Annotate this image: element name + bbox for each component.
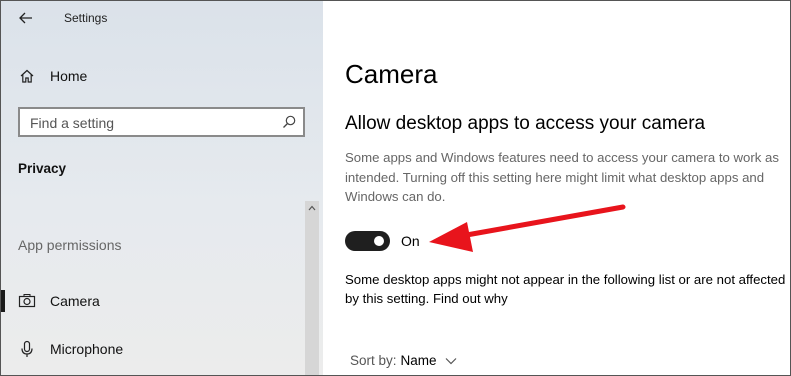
- chevron-down-icon: [445, 357, 456, 364]
- search-icon[interactable]: [281, 114, 297, 130]
- chevron-up-icon: [308, 205, 316, 211]
- page-title: Camera: [345, 59, 438, 89]
- sidebar-item-label: Camera: [50, 293, 100, 309]
- back-arrow-icon: [19, 12, 32, 24]
- camera-access-toggle[interactable]: [345, 231, 390, 251]
- app-title: Settings: [64, 11, 108, 25]
- nav-home-label: Home: [50, 68, 88, 84]
- sidebar-item-camera[interactable]: Camera: [1, 286, 305, 316]
- toggle-state-label: On: [401, 233, 420, 249]
- group-title: App permissions: [18, 237, 122, 253]
- main-content: Camera Allow desktop apps to access your…: [323, 1, 790, 375]
- settings-window: Settings Home Find a setting Privacy App…: [0, 0, 791, 376]
- toggle-knob: [374, 236, 384, 246]
- camera-icon: [18, 292, 36, 310]
- section-description: Some apps and Windows features need to a…: [345, 150, 779, 204]
- section-heading: Allow desktop apps to access your camera: [345, 113, 706, 134]
- sidebar: Settings Home Find a setting Privacy App…: [1, 1, 323, 375]
- back-button[interactable]: [15, 7, 37, 29]
- section-title: Privacy: [18, 161, 67, 176]
- scroll-up-button[interactable]: [305, 201, 319, 215]
- sidebar-item-microphone[interactable]: Microphone: [1, 334, 305, 364]
- active-indicator: [1, 290, 5, 312]
- microphone-icon: [18, 340, 36, 358]
- sidebar-scrollbar[interactable]: [305, 201, 319, 375]
- home-icon: [18, 67, 36, 85]
- title-bar: Settings: [1, 1, 323, 35]
- sort-label: Sort by:: [350, 353, 397, 368]
- search-input[interactable]: Find a setting: [18, 107, 305, 137]
- sort-value: Name: [400, 353, 437, 368]
- nav-home[interactable]: Home: [1, 61, 323, 91]
- sidebar-item-label: Microphone: [50, 341, 124, 357]
- search-placeholder: Find a setting: [30, 115, 115, 131]
- info-note: Some desktop apps might not appear in th…: [345, 272, 786, 306]
- sort-dropdown[interactable]: Sort by: Name: [350, 353, 457, 368]
